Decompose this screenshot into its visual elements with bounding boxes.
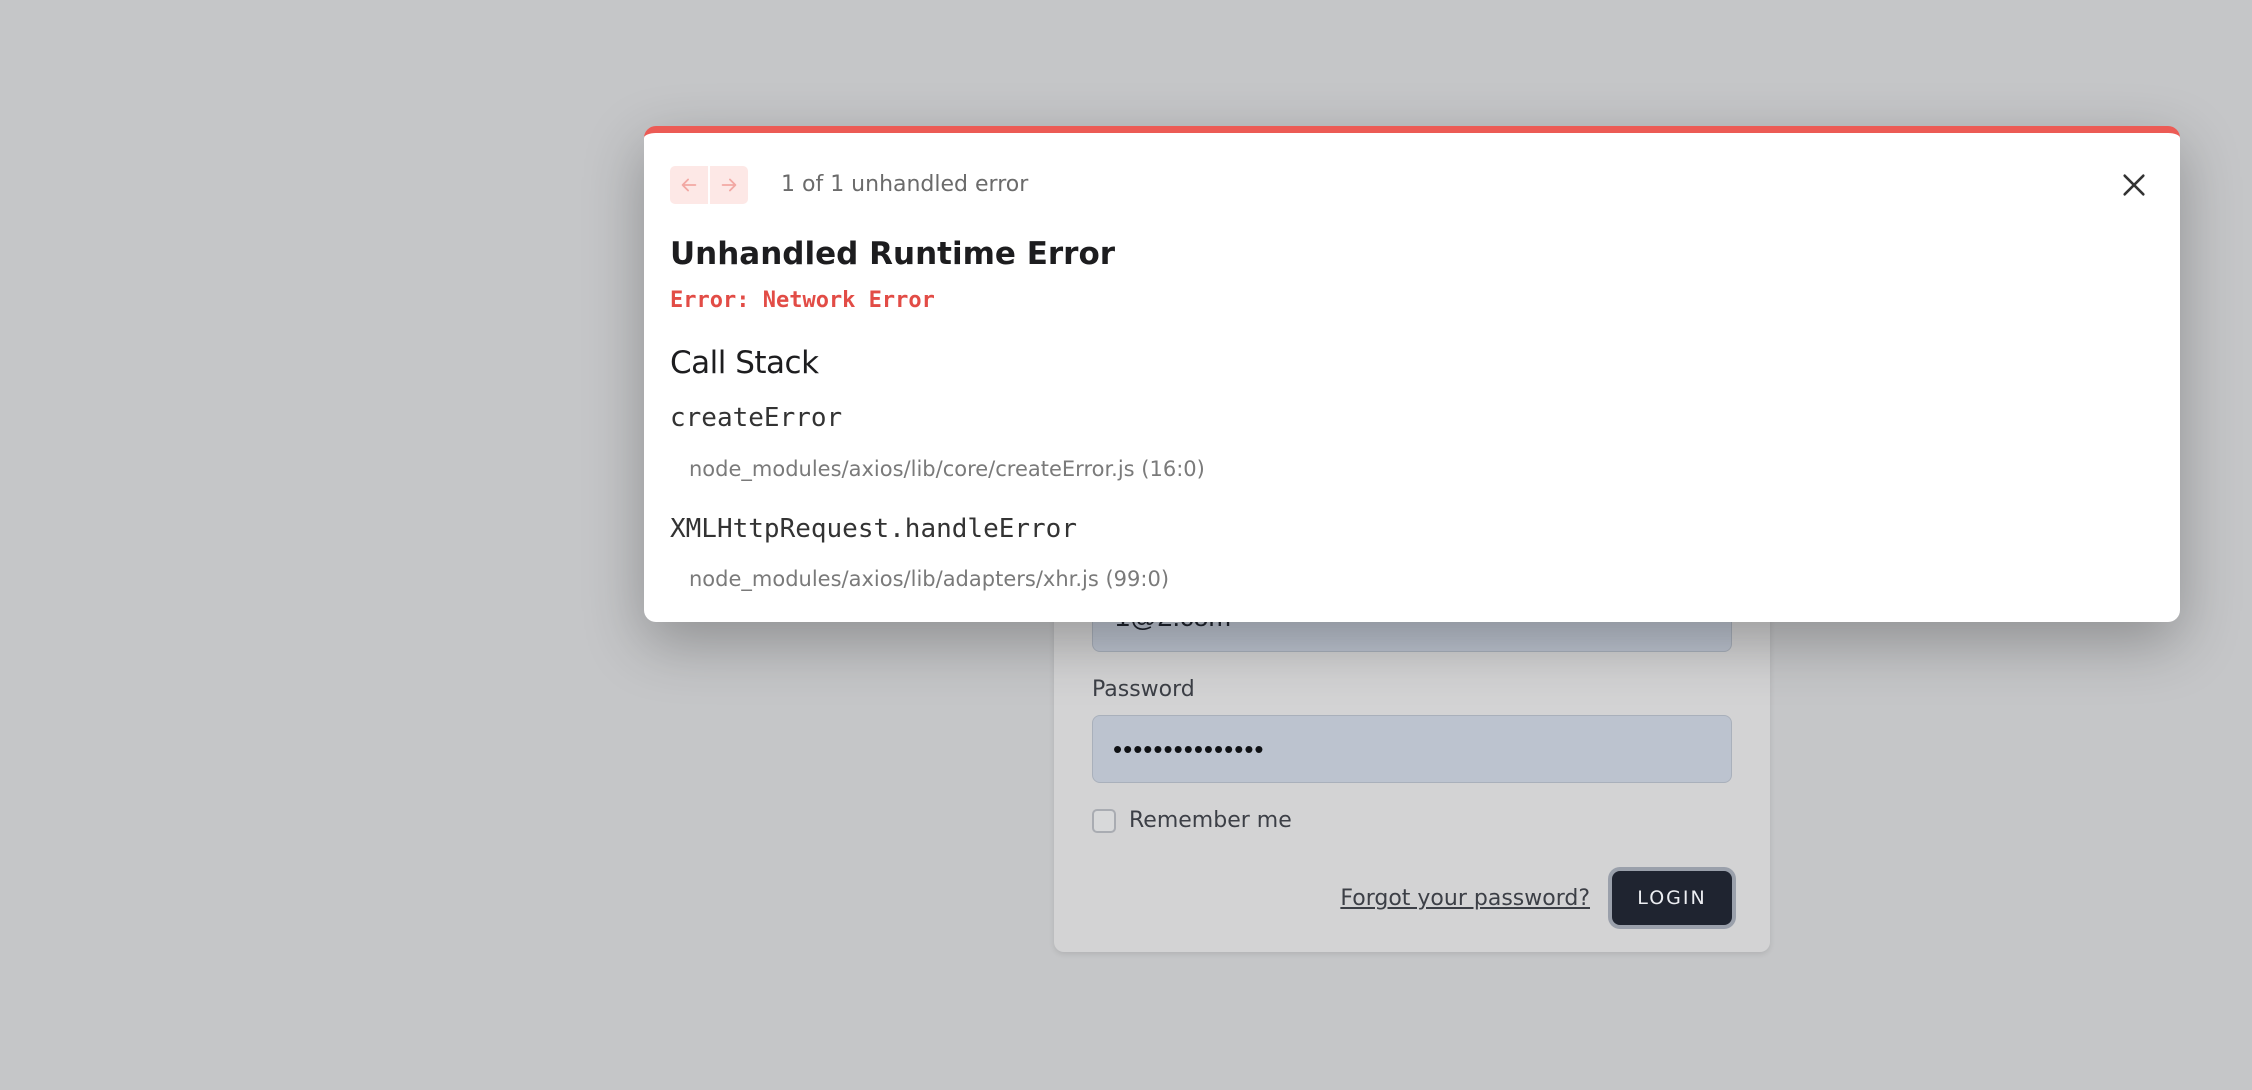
error-title: Unhandled Runtime Error (670, 236, 1116, 272)
forgot-password-link[interactable]: Forgot your password? (1340, 886, 1590, 911)
error-message: Error: Network Error (670, 288, 935, 313)
stack-frame-location[interactable]: node_modules/axios/lib/core/createError.… (689, 457, 1205, 481)
arrow-right-icon (721, 178, 737, 192)
remember-me-checkbox[interactable] (1092, 808, 1116, 833)
call-stack-heading: Call Stack (670, 345, 819, 381)
arrow-left-icon (681, 178, 697, 192)
password-label: Password (1092, 677, 1195, 702)
stack-frame-location[interactable]: node_modules/axios/lib/adapters/xhr.js (… (689, 567, 1169, 591)
remember-me-row[interactable]: Remember me (1092, 808, 1292, 833)
remember-me-label: Remember me (1129, 808, 1292, 833)
stack-frame-function: createError (670, 403, 843, 433)
error-count: 1 of 1 unhandled error (781, 172, 1029, 197)
login-button[interactable]: LOGIN (1612, 871, 1732, 925)
error-nav (670, 166, 748, 204)
next-error-button[interactable] (710, 166, 748, 204)
previous-error-button[interactable] (670, 166, 708, 204)
stack-frame-function: XMLHttpRequest.handleError (670, 514, 1077, 544)
error-overlay-dialog: 1 of 1 unhandled error Unhandled Runtime… (644, 126, 2180, 622)
close-icon (2123, 174, 2145, 196)
close-button[interactable] (2116, 167, 2152, 203)
password-input[interactable]: ••••••••••••••• (1092, 715, 1732, 783)
